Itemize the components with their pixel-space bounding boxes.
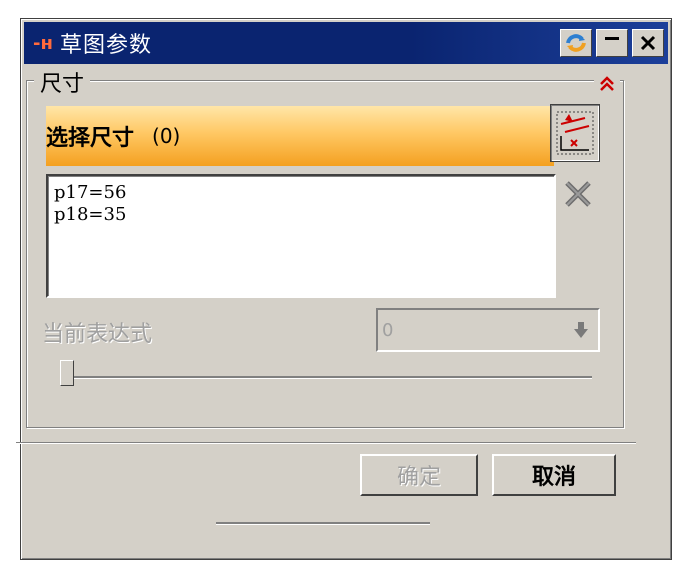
close-button[interactable] — [632, 29, 664, 57]
close-icon — [640, 35, 656, 51]
window-title: 草图参数 — [60, 33, 153, 58]
list-item[interactable]: p18=35 — [54, 204, 548, 226]
current-expression-label: 当前表达式 — [42, 322, 153, 347]
minimize-button[interactable] — [596, 29, 628, 57]
ok-button[interactable]: 确定 — [360, 454, 478, 496]
remove-dimension-button[interactable] — [560, 176, 596, 212]
dimension-list[interactable]: p17=56 p18=35 — [46, 174, 556, 298]
current-expression-value: 0 — [382, 319, 394, 341]
title-bar-controls — [560, 29, 664, 57]
chevron-double-up-icon[interactable] — [594, 72, 620, 96]
expression-slider-track[interactable] — [72, 376, 592, 379]
button-separator — [16, 442, 636, 444]
chevron-down-icon — [574, 322, 588, 338]
current-expression-dropdown[interactable]: 0 — [376, 308, 600, 352]
resize-grip[interactable] — [216, 522, 430, 525]
dimension-select-icon — [556, 111, 594, 155]
list-item[interactable]: p17=56 — [54, 182, 548, 204]
refresh-icon — [566, 34, 586, 52]
select-dimension-count: (0) — [152, 124, 181, 148]
title-bar[interactable]: -н 草图参数 — [24, 22, 668, 64]
delete-x-icon — [565, 181, 591, 207]
cancel-button[interactable]: 取消 — [492, 454, 616, 496]
select-dimension-bar[interactable]: 选择尺寸 (0) — [46, 106, 554, 166]
select-dimension-button[interactable] — [550, 104, 600, 162]
select-dimension-label: 选择尺寸 — [46, 126, 135, 151]
expression-slider-thumb[interactable] — [60, 360, 74, 386]
refresh-button[interactable] — [560, 29, 592, 57]
minimize-icon — [605, 37, 619, 40]
nx-logo-icon: -н — [33, 32, 53, 54]
dropdown-button[interactable] — [566, 314, 596, 346]
dimensions-group-title: 尺寸 — [34, 66, 91, 98]
